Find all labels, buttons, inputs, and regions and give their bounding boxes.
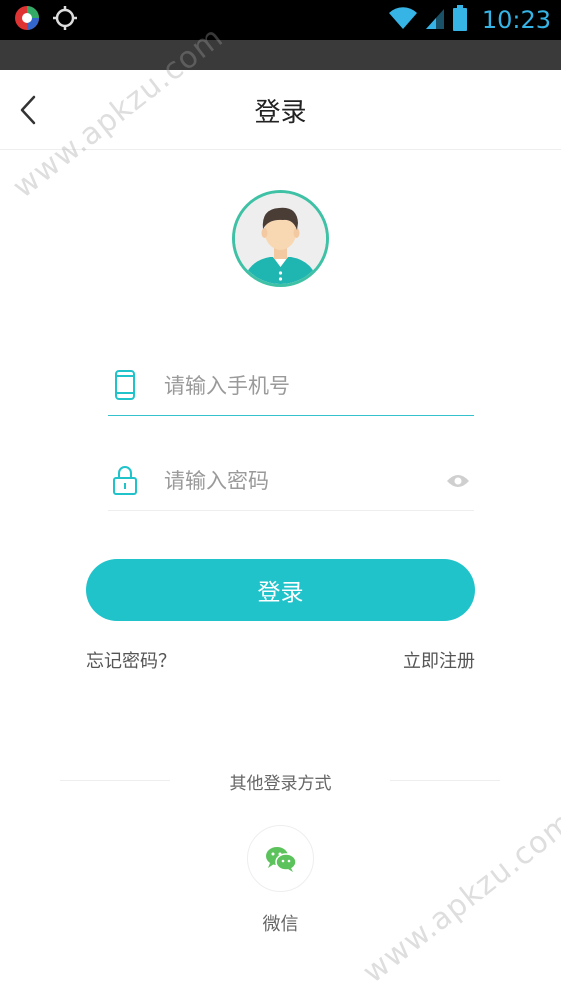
phone-icon [110, 368, 140, 402]
register-link[interactable]: 立即注册 [403, 647, 475, 673]
status-bar-right: 10:23 [388, 4, 551, 36]
action-bar-shadow [0, 40, 561, 70]
other-login-title: 其他登录方式 [229, 774, 332, 794]
status-time: 10:23 [481, 6, 551, 34]
user-avatar [232, 190, 329, 287]
status-bar: 10:23 [0, 0, 561, 40]
wechat-label: 微信 [262, 914, 299, 935]
status-bar-left [14, 5, 78, 35]
signal-icon [424, 5, 446, 35]
wifi-icon [388, 5, 418, 35]
page-title: 登录 [254, 98, 307, 128]
password-field [108, 451, 474, 511]
login-button[interactable]: 登录 [86, 559, 475, 621]
wechat-icon [265, 846, 297, 872]
page-header: 登录 [0, 70, 561, 150]
location-crosshair-icon [52, 5, 78, 35]
watermark-bottom: www.apkzu.com [356, 804, 561, 991]
phone-input[interactable] [164, 368, 434, 404]
battery-icon [452, 4, 468, 36]
phone-field [108, 356, 474, 416]
wechat-login-button[interactable] [247, 825, 314, 892]
app-notification-icon [14, 5, 40, 35]
show-password-eye-icon[interactable] [444, 469, 472, 493]
forgot-password-link[interactable]: 忘记密码？ [86, 647, 176, 673]
password-input[interactable] [164, 463, 434, 499]
lock-icon [110, 463, 140, 497]
